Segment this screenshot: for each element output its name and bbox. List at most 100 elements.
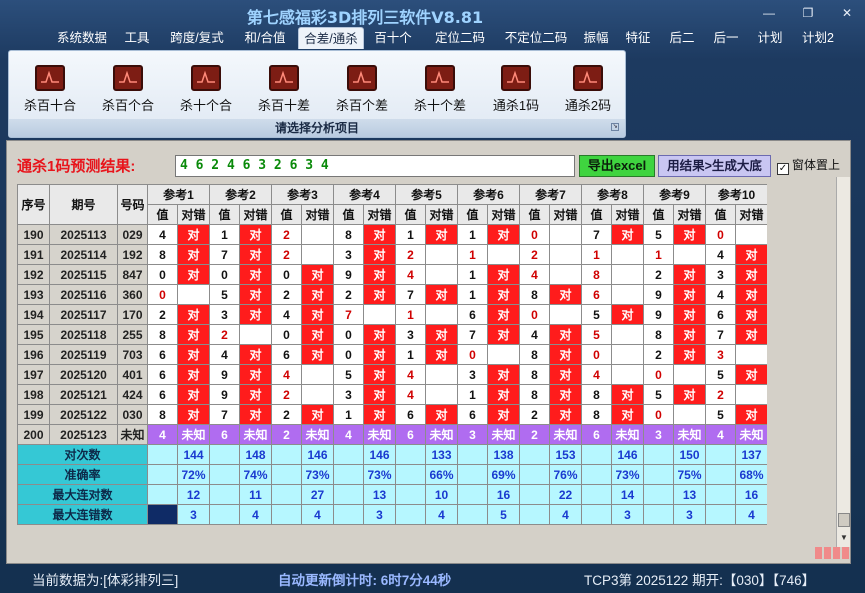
table-row[interactable]: 196 2025119 703 6 对 4 对 6 对 0 对 1 对 0 8 对 0 2 对 3 bbox=[17, 344, 767, 365]
hit-cell: 对 bbox=[549, 324, 582, 345]
table-row[interactable]: 198 2025121 424 6 对 9 对 2 3 对 4 1 对 8 对 8 对 5 对 2 bbox=[17, 384, 767, 405]
value-cell: 4 bbox=[519, 324, 550, 345]
kill-hundreds-units-diff-button[interactable]: 杀百个差 bbox=[327, 65, 397, 114]
value-cell: 0 bbox=[643, 404, 674, 425]
value-cell: 1 bbox=[395, 224, 426, 245]
miss-cell bbox=[734, 344, 767, 365]
value-cell: 2 bbox=[705, 384, 736, 405]
stat-value: 5 bbox=[487, 504, 520, 525]
stat-spacer bbox=[271, 504, 302, 525]
close-icon[interactable]: ✕ bbox=[836, 5, 858, 21]
result-value-field[interactable]: 4 6 2 4 6 3 2 6 3 4 bbox=[175, 155, 575, 177]
menu-system-data[interactable]: 系统数据 bbox=[50, 27, 114, 49]
miss-cell bbox=[549, 304, 582, 325]
menu-tools[interactable]: 工具 bbox=[117, 27, 157, 49]
seq-cell: 191 bbox=[17, 244, 50, 265]
scroll-thumb[interactable] bbox=[838, 513, 850, 527]
menu-feature[interactable]: 特征 bbox=[620, 27, 656, 49]
stat-value: 137 bbox=[734, 444, 767, 465]
value-cell: 8 bbox=[333, 224, 364, 245]
stat-spacer bbox=[271, 444, 302, 465]
kill-one-code-button[interactable]: 通杀1码 bbox=[481, 65, 551, 114]
restore-icon[interactable]: ❐ bbox=[797, 5, 819, 21]
menu-last-one[interactable]: 后一 bbox=[708, 27, 744, 49]
miss-cell bbox=[301, 384, 334, 405]
stat-spacer bbox=[209, 484, 240, 505]
miss-cell bbox=[425, 244, 458, 265]
hit-cell: 对 bbox=[239, 364, 272, 385]
unknown-cell: 未知 bbox=[363, 424, 396, 445]
hit-cell: 对 bbox=[734, 324, 767, 345]
export-excel-button[interactable]: 导出excel bbox=[579, 155, 655, 177]
menu-combine-kill[interactable]: 合差/通杀 bbox=[298, 27, 364, 49]
hit-cell: 对 bbox=[177, 344, 210, 365]
miss-cell bbox=[301, 244, 334, 265]
window-ontop-checkbox[interactable]: ✓ 窗体置上 bbox=[777, 156, 840, 175]
expand-icon[interactable]: ↘ bbox=[611, 123, 619, 131]
prediction-row[interactable]: 200 2025123 未知 4 未知 6 未知 2 未知 4 未知 6 未知 3 未知 2 未知 6 未知 3 未知 4… bbox=[17, 424, 767, 445]
menu-fixed-two[interactable]: 定位二码 bbox=[428, 27, 492, 49]
stat-row: 最大连错数 3 4 4 3 4 5 4 3 3 4 bbox=[17, 504, 767, 525]
table-row[interactable]: 195 2025118 255 8 对 2 0 对 0 对 3 对 7 对 4 对 5 8 对 7 对 bbox=[17, 324, 767, 345]
period-cell: 2025118 bbox=[49, 324, 118, 345]
value-cell: 8 bbox=[519, 364, 550, 385]
menu-last-two[interactable]: 后二 bbox=[664, 27, 700, 49]
miss-cell bbox=[611, 244, 644, 265]
stat-value: 4 bbox=[549, 504, 582, 525]
hit-cell: 对 bbox=[363, 224, 396, 245]
minimize-icon[interactable]: — bbox=[758, 5, 780, 21]
predict-value-cell: 6 bbox=[209, 424, 240, 445]
table-row[interactable]: 199 2025122 030 8 对 7 对 2 对 1 对 6 对 6 对 2 对 8 对 0 5 对 bbox=[17, 404, 767, 425]
table-row[interactable]: 193 2025116 360 0 5 对 2 对 2 对 7 对 1 对 8 对 6 9 对 4 对 bbox=[17, 284, 767, 305]
period-cell: 2025115 bbox=[49, 264, 118, 285]
table-row[interactable]: 197 2025120 401 6 对 9 对 4 5 对 4 3 对 8 对 4 0 5 对 bbox=[17, 364, 767, 385]
predict-value-cell: 4 bbox=[705, 424, 736, 445]
hit-cell: 对 bbox=[363, 344, 396, 365]
menu-span[interactable]: 跨度/复式 bbox=[162, 27, 232, 49]
seq-cell: 190 bbox=[17, 224, 50, 245]
value-cell: 2 bbox=[519, 404, 550, 425]
hit-cell: 对 bbox=[734, 244, 767, 265]
predict-value-cell: 2 bbox=[271, 424, 302, 445]
miss-cell bbox=[425, 264, 458, 285]
result-panel: 通杀1码预测结果: 4 6 2 4 6 3 2 6 3 4 导出excel 用结… bbox=[6, 140, 851, 564]
value-cell: 1 bbox=[395, 344, 426, 365]
table-row[interactable]: 192 2025115 847 0 对 0 对 0 对 9 对 4 1 对 4 8 2 对 3 对 bbox=[17, 264, 767, 285]
table-row[interactable]: 190 2025113 029 4 对 1 对 2 8 对 1 对 1 对 0 7 对 5 对 0 bbox=[17, 224, 767, 245]
generate-base-button[interactable]: 用结果>生成大底 bbox=[658, 155, 771, 177]
value-cell: 4 bbox=[395, 364, 426, 385]
stat-spacer bbox=[147, 484, 178, 505]
chart-icon bbox=[425, 65, 455, 91]
kill-hundreds-tens-sum-button[interactable]: 杀百十合 bbox=[15, 65, 85, 114]
window-title: 第七感福彩3D排列三软件V8.81 bbox=[246, 8, 484, 27]
menu-plan[interactable]: 计划 bbox=[752, 27, 788, 49]
menu-unfixed-two[interactable]: 不定位二码 bbox=[498, 27, 574, 49]
stat-spacer bbox=[271, 484, 302, 505]
hit-cell: 对 bbox=[487, 284, 520, 305]
checkbox-check-icon[interactable]: ✓ bbox=[777, 163, 789, 175]
miss-cell bbox=[611, 364, 644, 385]
seq-cell: 199 bbox=[17, 404, 50, 425]
menu-amplitude[interactable]: 振幅 bbox=[578, 27, 614, 49]
vertical-scrollbar[interactable]: ▼ bbox=[836, 177, 850, 547]
value-cell: 0 bbox=[457, 344, 488, 365]
hit-cell: 对 bbox=[611, 404, 644, 425]
miss-cell bbox=[673, 404, 706, 425]
menu-plan2[interactable]: 计划2 bbox=[796, 27, 840, 49]
scroll-down-icon[interactable]: ▼ bbox=[838, 531, 850, 545]
hit-cell: 对 bbox=[301, 264, 334, 285]
menu-digits[interactable]: 百十个 bbox=[368, 27, 418, 49]
miss-cell bbox=[487, 344, 520, 365]
value-cell: 7 bbox=[395, 284, 426, 305]
kill-two-code-button[interactable]: 通杀2码 bbox=[553, 65, 623, 114]
value-cell: 5 bbox=[581, 324, 612, 345]
table-row[interactable]: 191 2025114 192 8 对 7 对 2 3 对 2 1 2 1 1 4 对 bbox=[17, 244, 767, 265]
table-row[interactable]: 194 2025117 170 2 对 3 对 4 对 7 1 6 对 0 5 对 9 对 6 对 bbox=[17, 304, 767, 325]
menu-sum[interactable]: 和/合值 bbox=[236, 27, 294, 49]
kill-tens-units-diff-button[interactable]: 杀十个差 bbox=[405, 65, 475, 114]
stat-spacer bbox=[209, 464, 240, 485]
kill-hundreds-tens-diff-button[interactable]: 杀百十差 bbox=[249, 65, 319, 114]
kill-tens-units-sum-button[interactable]: 杀十个合 bbox=[171, 65, 241, 114]
ref-header: 参考8 bbox=[581, 184, 644, 205]
kill-hundreds-units-sum-button[interactable]: 杀百个合 bbox=[93, 65, 163, 114]
